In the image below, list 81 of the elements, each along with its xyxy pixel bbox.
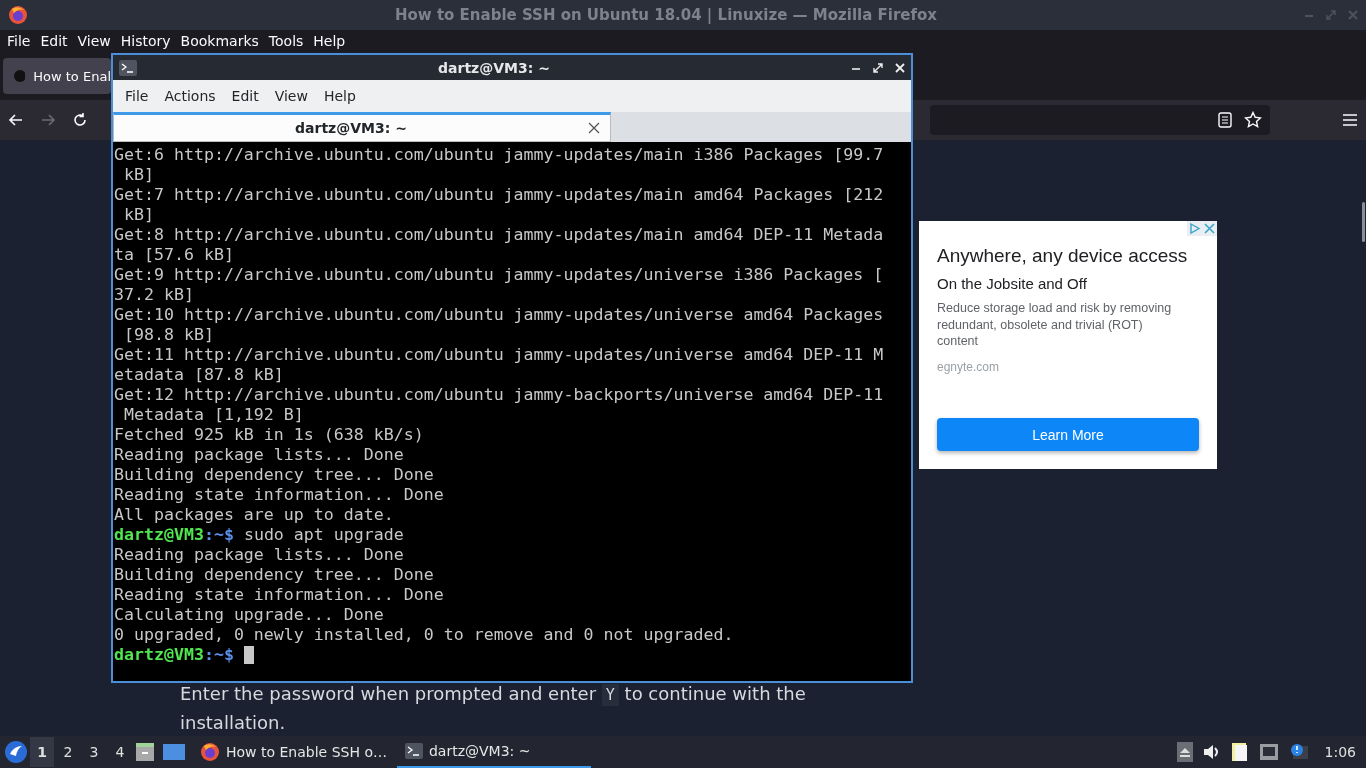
terminal-output: etadata [87.8 kB] — [114, 365, 285, 385]
browser-tab[interactable]: How to Enal — [3, 58, 111, 94]
network-icon[interactable] — [1258, 743, 1279, 761]
terminal-output: Building dependency tree... Done — [114, 465, 435, 485]
bookmark-star-icon[interactable] — [1244, 111, 1262, 129]
reload-icon[interactable] — [72, 112, 88, 128]
back-icon[interactable] — [8, 112, 24, 128]
notification-icon[interactable] — [1288, 742, 1309, 762]
menu-item[interactable]: Edit — [223, 88, 267, 104]
terminal-output: Reading package lists... Done — [114, 445, 405, 465]
terminal-output: Get:6 http://archive.ubuntu.com/ubuntu jammy-updates/main i386 Packages [99.7 — [114, 145, 885, 165]
file-cabinet-icon[interactable] — [134, 741, 156, 763]
terminal-output: Reading state information... Done — [114, 485, 445, 505]
terminal-output: Calculating upgrade... Done — [114, 605, 385, 625]
ad-subheading: On the Jobsite and Off — [937, 275, 1088, 292]
terminal-output: Fetched 925 kB in 1s (638 kB/s) — [114, 425, 425, 445]
ad-domain: egnyte.com — [937, 359, 1001, 374]
terminal-output: [98.8 kB] — [123, 325, 215, 345]
menu-item[interactable]: View — [266, 88, 316, 104]
terminal-output: Get:9 http://archive.ubuntu.com/ubuntu jammy-updates/universe i386 Packages [ — [114, 265, 885, 285]
menu-item[interactable]: History — [115, 33, 176, 49]
menu-item[interactable]: Tools — [263, 33, 309, 49]
terminal-output: 37.2 kB] — [114, 285, 195, 305]
menu-item[interactable]: File — [2, 33, 36, 49]
terminal-output: 0 upgraded, 0 newly installed, 0 to remove and 0 not upgraded. — [114, 625, 735, 645]
terminal-icon — [404, 743, 423, 759]
terminal-output: Get:8 http://archive.ubuntu.com/ubuntu jammy-updates/main amd64 DEP-11 Metada — [114, 225, 885, 245]
taskbar-task[interactable]: How to Enable SSH o… — [192, 736, 395, 768]
ad-description: Reduce storage load and risk by removing redundant, obsolete and trivial (ROT) content — [937, 300, 1173, 350]
terminal-output: Get:11 http://archive.ubuntu.com/ubuntu jammy-updates/universe amd64 DEP-11 M — [114, 345, 885, 365]
terminal-output: Get:10 http://archive.ubuntu.com/ubuntu jammy-updates/universe amd64 Packages — [114, 305, 885, 325]
ad-headline: Anywhere, any device access — [937, 245, 1189, 267]
workspace-button[interactable]: 3 — [82, 737, 106, 767]
menu-item[interactable]: Edit — [35, 33, 73, 49]
taskbar-task[interactable]: dartz@VM3: ~ — [396, 736, 591, 768]
prompt-path: :~$ — [203, 645, 234, 665]
firefox-icon — [200, 742, 220, 762]
prompt-user: dartz@VM3 — [114, 525, 204, 545]
terminal-output: kB] — [123, 205, 155, 225]
workspace-button[interactable]: 1 — [30, 737, 54, 767]
terminal-output: All packages are up to date. — [114, 505, 395, 525]
desktop-icon[interactable] — [162, 741, 186, 763]
terminal-icon — [119, 59, 137, 76]
firefox-icon — [8, 5, 28, 25]
terminal-output: kB] — [123, 165, 155, 185]
window-title: dartz@VM3: ~ — [437, 59, 551, 76]
terminal-command: sudo apt upgrade — [242, 525, 404, 545]
notes-icon[interactable] — [1230, 742, 1249, 762]
site-icon — [13, 69, 26, 83]
terminal-output: Reading state information... Done — [114, 585, 445, 605]
menu-item[interactable]: Bookmarks — [175, 33, 264, 49]
start-menu-icon[interactable] — [4, 740, 28, 764]
terminal-output: Reading package lists... Done — [114, 545, 405, 565]
menu-item[interactable]: View — [72, 33, 116, 49]
terminal-output: Building dependency tree... Done — [114, 565, 435, 585]
menu-icon[interactable] — [1342, 113, 1358, 127]
tab-title: How to Enal — [33, 68, 111, 84]
clock[interactable]: 1:06 — [1318, 744, 1362, 760]
menu-item[interactable]: File — [117, 88, 157, 104]
menu-item[interactable]: Help — [315, 88, 364, 104]
eject-icon[interactable] — [1176, 742, 1193, 762]
address-bar[interactable] — [930, 105, 1270, 135]
forward-icon[interactable] — [40, 112, 56, 128]
menu-item[interactable]: Help — [308, 33, 351, 49]
article-paragraph: Enter the password when prompted and enter Y to continue with the installation. — [180, 682, 807, 735]
prompt-user: dartz@VM3 — [114, 645, 204, 665]
volume-icon[interactable] — [1202, 744, 1221, 760]
reader-view-icon[interactable] — [1218, 112, 1232, 128]
close-icon[interactable] — [588, 122, 600, 134]
menu-item[interactable]: Actions — [156, 88, 224, 104]
workspace-button[interactable]: 2 — [56, 737, 80, 767]
prompt-path: :~$ — [203, 525, 234, 545]
terminal-tab[interactable]: dartz@VM3: ~ — [113, 112, 611, 142]
scrollbar[interactable] — [1362, 202, 1365, 242]
terminal-output: Metadata [1,192 B] — [123, 405, 305, 425]
terminal-output: Get:12 http://archive.ubuntu.com/ubuntu jammy-backports/universe amd64 DEP-11 — [114, 385, 885, 405]
learn-more-button[interactable]: Learn More — [937, 418, 1199, 451]
workspace-button[interactable]: 4 — [108, 737, 132, 767]
window-title: How to Enable SSH on Ubuntu 18.04 | Linuxize — Mozilla Firefox — [394, 6, 938, 24]
terminal-output: Get:7 http://archive.ubuntu.com/ubuntu jammy-updates/main amd64 Packages [212 — [114, 185, 885, 205]
terminal-output: ta [57.6 kB] — [114, 245, 235, 265]
